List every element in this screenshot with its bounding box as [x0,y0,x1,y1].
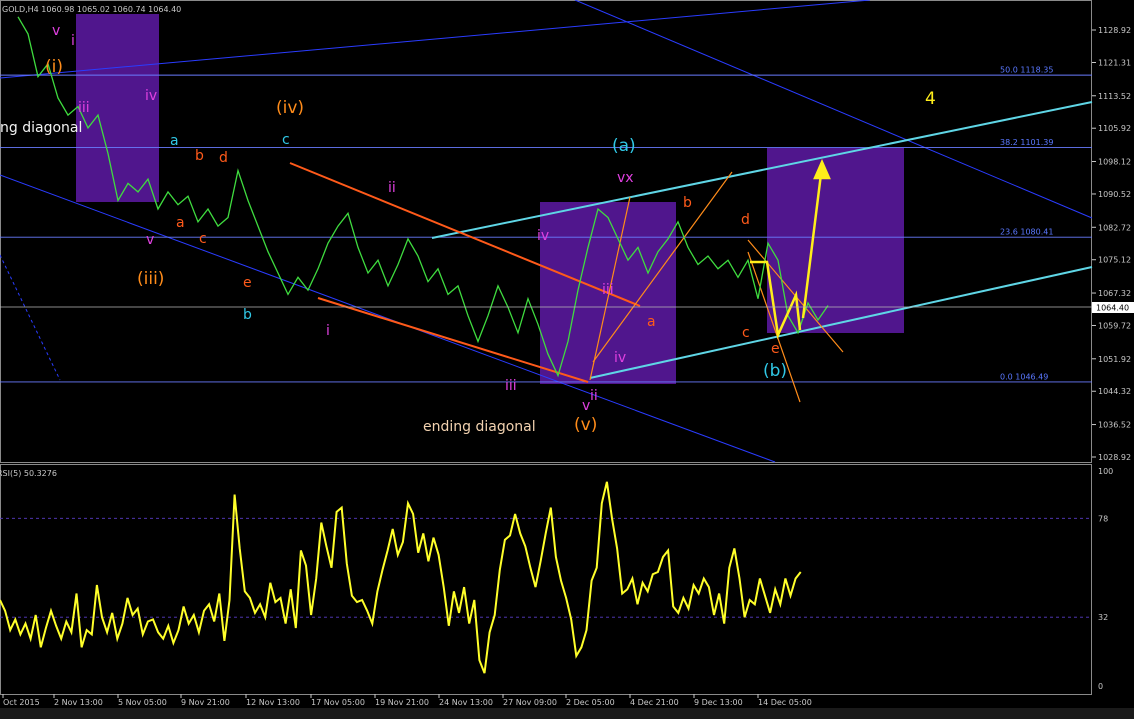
wave-label: d [219,150,228,166]
fib-label: 23.6 1080.41 [1000,228,1053,237]
time-tick-label: 17 Nov 05:00 [311,698,365,707]
wave-label: (a) [612,136,636,156]
wave-label: iv [614,350,626,366]
wave-label: e [243,275,252,291]
price-tick-label: 1067.32 [1098,289,1131,298]
wave-label: v [146,232,154,248]
wave-label: (iv) [276,98,304,118]
time-axis: Oct 2015 2 Nov 13:00 5 Nov 05:00 9 Nov 21:0… [2,694,812,707]
wave-label: iii [505,378,517,394]
time-tick-label: 12 Nov 13:00 [246,698,300,707]
wave-label: b [683,195,692,211]
fib-label: 0.0 1046.49 [1000,372,1048,381]
rsi-header: RSI(5) 50.3276 [0,469,57,478]
wave-label: v [52,23,60,39]
wave-label: vx [617,170,634,186]
tab-strip [0,708,1134,719]
price-tick-label: 1090.52 [1098,190,1131,199]
price-tick-label: 1113.52 [1098,92,1131,101]
trendline-blue-dotted [0,254,61,381]
time-tick-label: 14 Dec 05:00 [758,698,812,707]
price-tick-label: 1036.52 [1098,421,1131,430]
time-tick-label: 2 Dec 05:00 [566,698,615,707]
rsi-tick-label: 0 [1098,682,1103,691]
price-tick-label: 1044.32 [1098,387,1131,396]
time-tick-label: 9 Nov 21:00 [181,698,230,707]
price-tick-label: 1098.12 [1098,158,1131,167]
time-tick-label: 27 Nov 09:00 [503,698,557,707]
rsi-tick-label: 100 [1098,467,1113,476]
wave-label: (i) [45,57,63,77]
wave-label: a [170,133,179,149]
price-axis: 1128.92 1121.31 1113.52 1105.92 1098.12 1090.… [1092,26,1131,462]
time-tick-label: 5 Nov 05:00 [118,698,167,707]
price-tick-label: 1059.72 [1098,321,1131,330]
current-price-label: 1064.40 [1096,304,1129,313]
wave-label: d [741,212,750,228]
chart-canvas: 50.0 1118.35 38.2 1101.39 23.6 1080.41 0.0 … [0,0,1134,719]
wave-label: ng diagonal [0,120,82,136]
price-tick-label: 1128.92 [1098,26,1131,35]
wave-label: iv [537,228,549,244]
time-tick-label: 19 Nov 21:00 [375,698,429,707]
main-header: GOLD,H4 1060.98 1065.02 1060.74 1064.40 [2,5,181,14]
wave-label: c [199,231,207,247]
time-tick-label: Oct 2015 [3,698,40,707]
rsi-axis: 100 78 32 0 [1098,467,1113,691]
fib-label: 50.0 1118.35 [1000,66,1053,75]
price-tick-label: 1028.92 [1098,453,1131,462]
wave-label: a [647,314,656,330]
wave-label: (v) [574,415,597,435]
time-tick-label: 4 Dec 21:00 [630,698,679,707]
price-tick-label: 1051.92 [1098,355,1131,364]
wave-label: b [195,148,204,164]
chart-window: 50.0 1118.35 38.2 1101.39 23.6 1080.41 0.0 … [0,0,1134,719]
wave-label: i [71,33,75,49]
wave-label: 4 [925,89,936,109]
rsi-tick-label: 32 [1098,613,1108,622]
wave-label: i [326,323,330,339]
wave-label: iii [602,282,614,298]
price-tick-label: 1121.31 [1098,58,1131,67]
rsi-tick-label: 78 [1098,514,1108,523]
price-tick-label: 1082.72 [1098,223,1131,232]
wave-label: c [282,132,290,148]
fib-label: 38.2 1101.39 [1000,138,1053,147]
wave-label: ii [590,388,598,404]
rsi-series [0,481,802,674]
time-tick-label: 24 Nov 13:00 [439,698,493,707]
wave-label: a [176,215,185,231]
wave-label: b [243,307,252,323]
channel-cyan-upper [431,101,1093,239]
wave-label: ending diagonal [423,419,536,435]
wave-label: e [771,341,780,357]
price-tick-label: 1105.92 [1098,124,1131,133]
wave-label: iii [78,100,90,116]
wave-label: (iii) [137,269,164,289]
target-box [767,148,904,333]
time-tick-label: 2 Nov 13:00 [54,698,103,707]
time-tick-label: 9 Dec 13:00 [694,698,743,707]
wave-label: iv [145,88,157,104]
wave-label: (b) [763,361,787,381]
rsi-pane-frame [0,464,1092,695]
wave-label: ii [388,180,396,196]
wave-label: c [742,325,750,341]
price-tick-label: 1075.12 [1098,256,1131,265]
